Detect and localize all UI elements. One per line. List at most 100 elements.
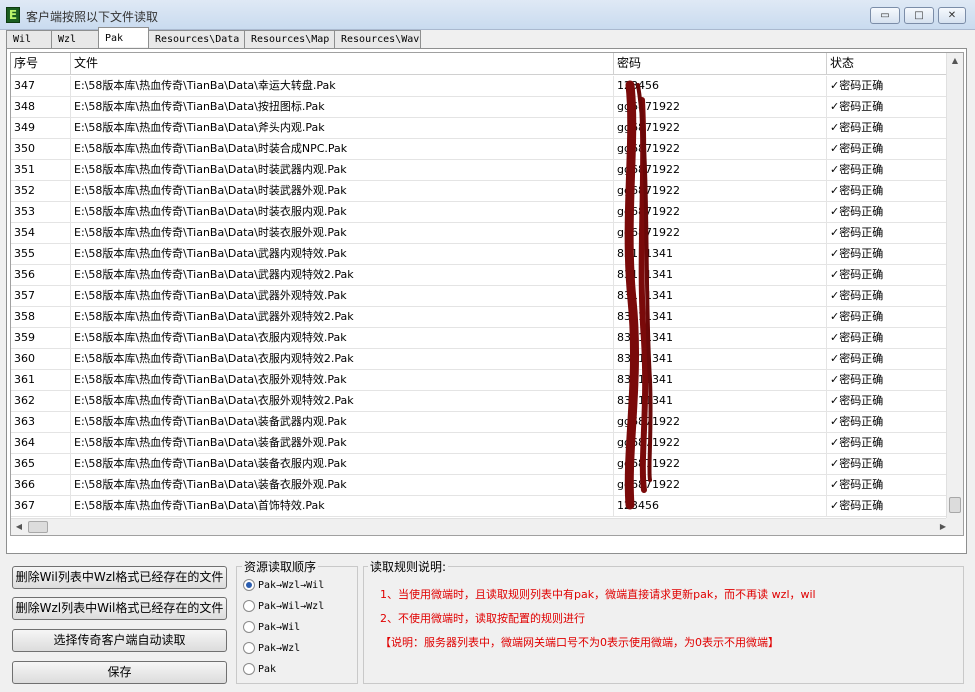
- table-row[interactable]: 354 E:\58版本库\热血传奇\TianBa\Data\时装衣服外观.Pak g…: [11, 223, 951, 244]
- read-order-option[interactable]: Pak→Wzl: [243, 640, 300, 656]
- scroll-left-icon[interactable]: ◀: [11, 519, 27, 535]
- cell-status: ✓密码正确: [827, 160, 951, 181]
- cell-password: gg6871922: [614, 97, 827, 118]
- tab-wil[interactable]: Wil: [6, 30, 52, 48]
- close-button[interactable]: ✕: [938, 7, 966, 24]
- table-row[interactable]: 356 E:\58版本库\热血传奇\TianBa\Data\武器内观特效2.Pak…: [11, 265, 951, 286]
- tab-wzl[interactable]: Wzl: [51, 30, 99, 48]
- tab-pak[interactable]: Pak: [98, 27, 149, 47]
- cell-number: 363: [11, 412, 71, 433]
- read-order-option[interactable]: Pak→Wil: [243, 619, 300, 635]
- cell-status: ✓密码正确: [827, 454, 951, 475]
- cell-file: E:\58版本库\热血传奇\TianBa\Data\斧头内观.Pak: [71, 118, 614, 139]
- table-row[interactable]: 365 E:\58版本库\热血传奇\TianBa\Data\装备衣服内观.Pak g…: [11, 454, 951, 475]
- header-number[interactable]: 序号: [11, 53, 71, 75]
- cell-file: E:\58版本库\热血传奇\TianBa\Data\武器外观特效.Pak: [71, 286, 614, 307]
- tab-resources-data[interactable]: Resources\Data: [148, 30, 245, 48]
- tab-resources-map[interactable]: Resources\Map: [244, 30, 335, 48]
- radio-button[interactable]: [243, 579, 255, 591]
- cell-status: ✓密码正确: [827, 244, 951, 265]
- table-row[interactable]: 364 E:\58版本库\热血传奇\TianBa\Data\装备武器外观.Pak g…: [11, 433, 951, 454]
- table-row[interactable]: 360 E:\58版本库\热血传奇\TianBa\Data\衣服内观特效2.Pak…: [11, 349, 951, 370]
- cell-password: 83111341: [614, 391, 827, 412]
- delete-wzl-duplicates-button[interactable]: 删除Wzl列表中Wil格式已经存在的文件: [12, 597, 227, 620]
- table-row[interactable]: 363 E:\58版本库\热血传奇\TianBa\Data\装备武器内观.Pak g…: [11, 412, 951, 433]
- cell-file: E:\58版本库\热血传奇\TianBa\Data\衣服外观特效.Pak: [71, 370, 614, 391]
- horizontal-scrollbar[interactable]: ◀ ▶: [11, 518, 951, 535]
- horizontal-scroll-thumb[interactable]: [28, 521, 48, 533]
- cell-status: ✓密码正确: [827, 265, 951, 286]
- cell-password: gg6871922: [614, 181, 827, 202]
- tab-panel: 序号 文件 密码 状态 347 E:\58版本库\热血传奇\TianBa\Data…: [6, 48, 967, 554]
- cell-password: 83111341: [614, 370, 827, 391]
- window-title: 客户端按照以下文件读取: [26, 10, 159, 24]
- table-row[interactable]: 367 E:\58版本库\热血传奇\TianBa\Data\首饰特效.Pak 123…: [11, 496, 951, 517]
- cell-status: ✓密码正确: [827, 349, 951, 370]
- table-row[interactable]: 366 E:\58版本库\热血传奇\TianBa\Data\装备衣服外观.Pak g…: [11, 475, 951, 496]
- header-password[interactable]: 密码: [614, 53, 827, 75]
- table-row[interactable]: 351 E:\58版本库\热血传奇\TianBa\Data\时装武器内观.Pak g…: [11, 160, 951, 181]
- cell-file: E:\58版本库\热血传奇\TianBa\Data\装备武器内观.Pak: [71, 412, 614, 433]
- cell-password: 83111341: [614, 328, 827, 349]
- table-row[interactable]: 347 E:\58版本库\热血传奇\TianBa\Data\幸运大转盘.Pak 12…: [11, 76, 951, 97]
- cell-number: 350: [11, 139, 71, 160]
- cell-number: 358: [11, 307, 71, 328]
- radio-label: Pak→Wzl: [258, 642, 301, 654]
- grid-body: 347 E:\58版本库\热血传奇\TianBa\Data\幸运大转盘.Pak 12…: [11, 76, 951, 517]
- header-file[interactable]: 文件: [71, 53, 614, 75]
- minimize-button[interactable]: ▭: [870, 7, 900, 24]
- cell-status: ✓密码正确: [827, 412, 951, 433]
- table-row[interactable]: 349 E:\58版本库\热血传奇\TianBa\Data\斧头内观.Pak gg6…: [11, 118, 951, 139]
- cell-status: ✓密码正确: [827, 139, 951, 160]
- cell-number: 356: [11, 265, 71, 286]
- auto-read-client-button[interactable]: 选择传奇客户端自动读取: [12, 629, 227, 652]
- read-order-option[interactable]: Pak→Wzl→Wil: [243, 577, 324, 593]
- table-row[interactable]: 357 E:\58版本库\热血传奇\TianBa\Data\武器外观特效.Pak 8…: [11, 286, 951, 307]
- cell-number: 367: [11, 496, 71, 517]
- radio-button[interactable]: [243, 663, 255, 675]
- table-row[interactable]: 355 E:\58版本库\热血传奇\TianBa\Data\武器内观特效.Pak 8…: [11, 244, 951, 265]
- cell-password: 83111341: [614, 286, 827, 307]
- table-row[interactable]: 361 E:\58版本库\热血传奇\TianBa\Data\衣服外观特效.Pak 8…: [11, 370, 951, 391]
- title-bar[interactable]: E 客户端按照以下文件读取 ▭ □ ✕: [0, 0, 975, 30]
- table-row[interactable]: 362 E:\58版本库\热血传奇\TianBa\Data\衣服外观特效2.Pak…: [11, 391, 951, 412]
- file-grid[interactable]: 序号 文件 密码 状态 347 E:\58版本库\热血传奇\TianBa\Data…: [10, 52, 964, 536]
- table-row[interactable]: 359 E:\58版本库\热血传奇\TianBa\Data\衣服内观特效.Pak 8…: [11, 328, 951, 349]
- table-row[interactable]: 352 E:\58版本库\热血传奇\TianBa\Data\时装武器外观.Pak g…: [11, 181, 951, 202]
- read-order-option[interactable]: Pak→Wil→Wzl: [243, 598, 324, 614]
- cell-file: E:\58版本库\热血传奇\TianBa\Data\时装武器外观.Pak: [71, 181, 614, 202]
- cell-password: gg6871922: [614, 454, 827, 475]
- cell-status: ✓密码正确: [827, 76, 951, 97]
- radio-button[interactable]: [243, 642, 255, 654]
- cell-file: E:\58版本库\热血传奇\TianBa\Data\装备衣服外观.Pak: [71, 475, 614, 496]
- table-row[interactable]: 348 E:\58版本库\热血传奇\TianBa\Data\按扭图标.Pak gg6…: [11, 97, 951, 118]
- table-row[interactable]: 353 E:\58版本库\热血传奇\TianBa\Data\时装衣服内观.Pak g…: [11, 202, 951, 223]
- vertical-scroll-thumb[interactable]: [949, 497, 961, 513]
- cell-number: 366: [11, 475, 71, 496]
- table-row[interactable]: 350 E:\58版本库\热血传奇\TianBa\Data\时装合成NPC.Pak…: [11, 139, 951, 160]
- cell-number: 361: [11, 370, 71, 391]
- cell-number: 351: [11, 160, 71, 181]
- delete-wil-duplicates-button[interactable]: 删除Wil列表中Wzl格式已经存在的文件: [12, 566, 227, 589]
- maximize-button[interactable]: □: [904, 7, 934, 24]
- cell-number: 347: [11, 76, 71, 97]
- vertical-scrollbar[interactable]: ▲: [946, 53, 963, 519]
- read-order-option[interactable]: Pak: [243, 661, 276, 677]
- scroll-up-icon[interactable]: ▲: [947, 53, 963, 69]
- radio-button[interactable]: [243, 600, 255, 612]
- save-button[interactable]: 保存: [12, 661, 227, 684]
- radio-label: Pak: [258, 663, 277, 675]
- radio-label: Pak→Wil: [258, 621, 301, 633]
- cell-password: 83111341: [614, 307, 827, 328]
- radio-button[interactable]: [243, 621, 255, 633]
- cell-file: E:\58版本库\热血传奇\TianBa\Data\时装武器内观.Pak: [71, 160, 614, 181]
- cell-number: 364: [11, 433, 71, 454]
- table-row[interactable]: 358 E:\58版本库\热血传奇\TianBa\Data\武器外观特效2.Pak…: [11, 307, 951, 328]
- cell-password: gg6871922: [614, 160, 827, 181]
- tab-bar: Wil Wzl Pak Resources\Data Resources\Map…: [6, 27, 421, 48]
- cell-status: ✓密码正确: [827, 97, 951, 118]
- tab-resources-wav[interactable]: Resources\Wav: [334, 30, 421, 48]
- header-status[interactable]: 状态: [827, 53, 951, 75]
- cell-password: 83111341: [614, 349, 827, 370]
- rule-line-1: 1、当使用微端时，且读取规则列表中有pak，微端直接请求更新pak，而不再读 w…: [380, 588, 816, 601]
